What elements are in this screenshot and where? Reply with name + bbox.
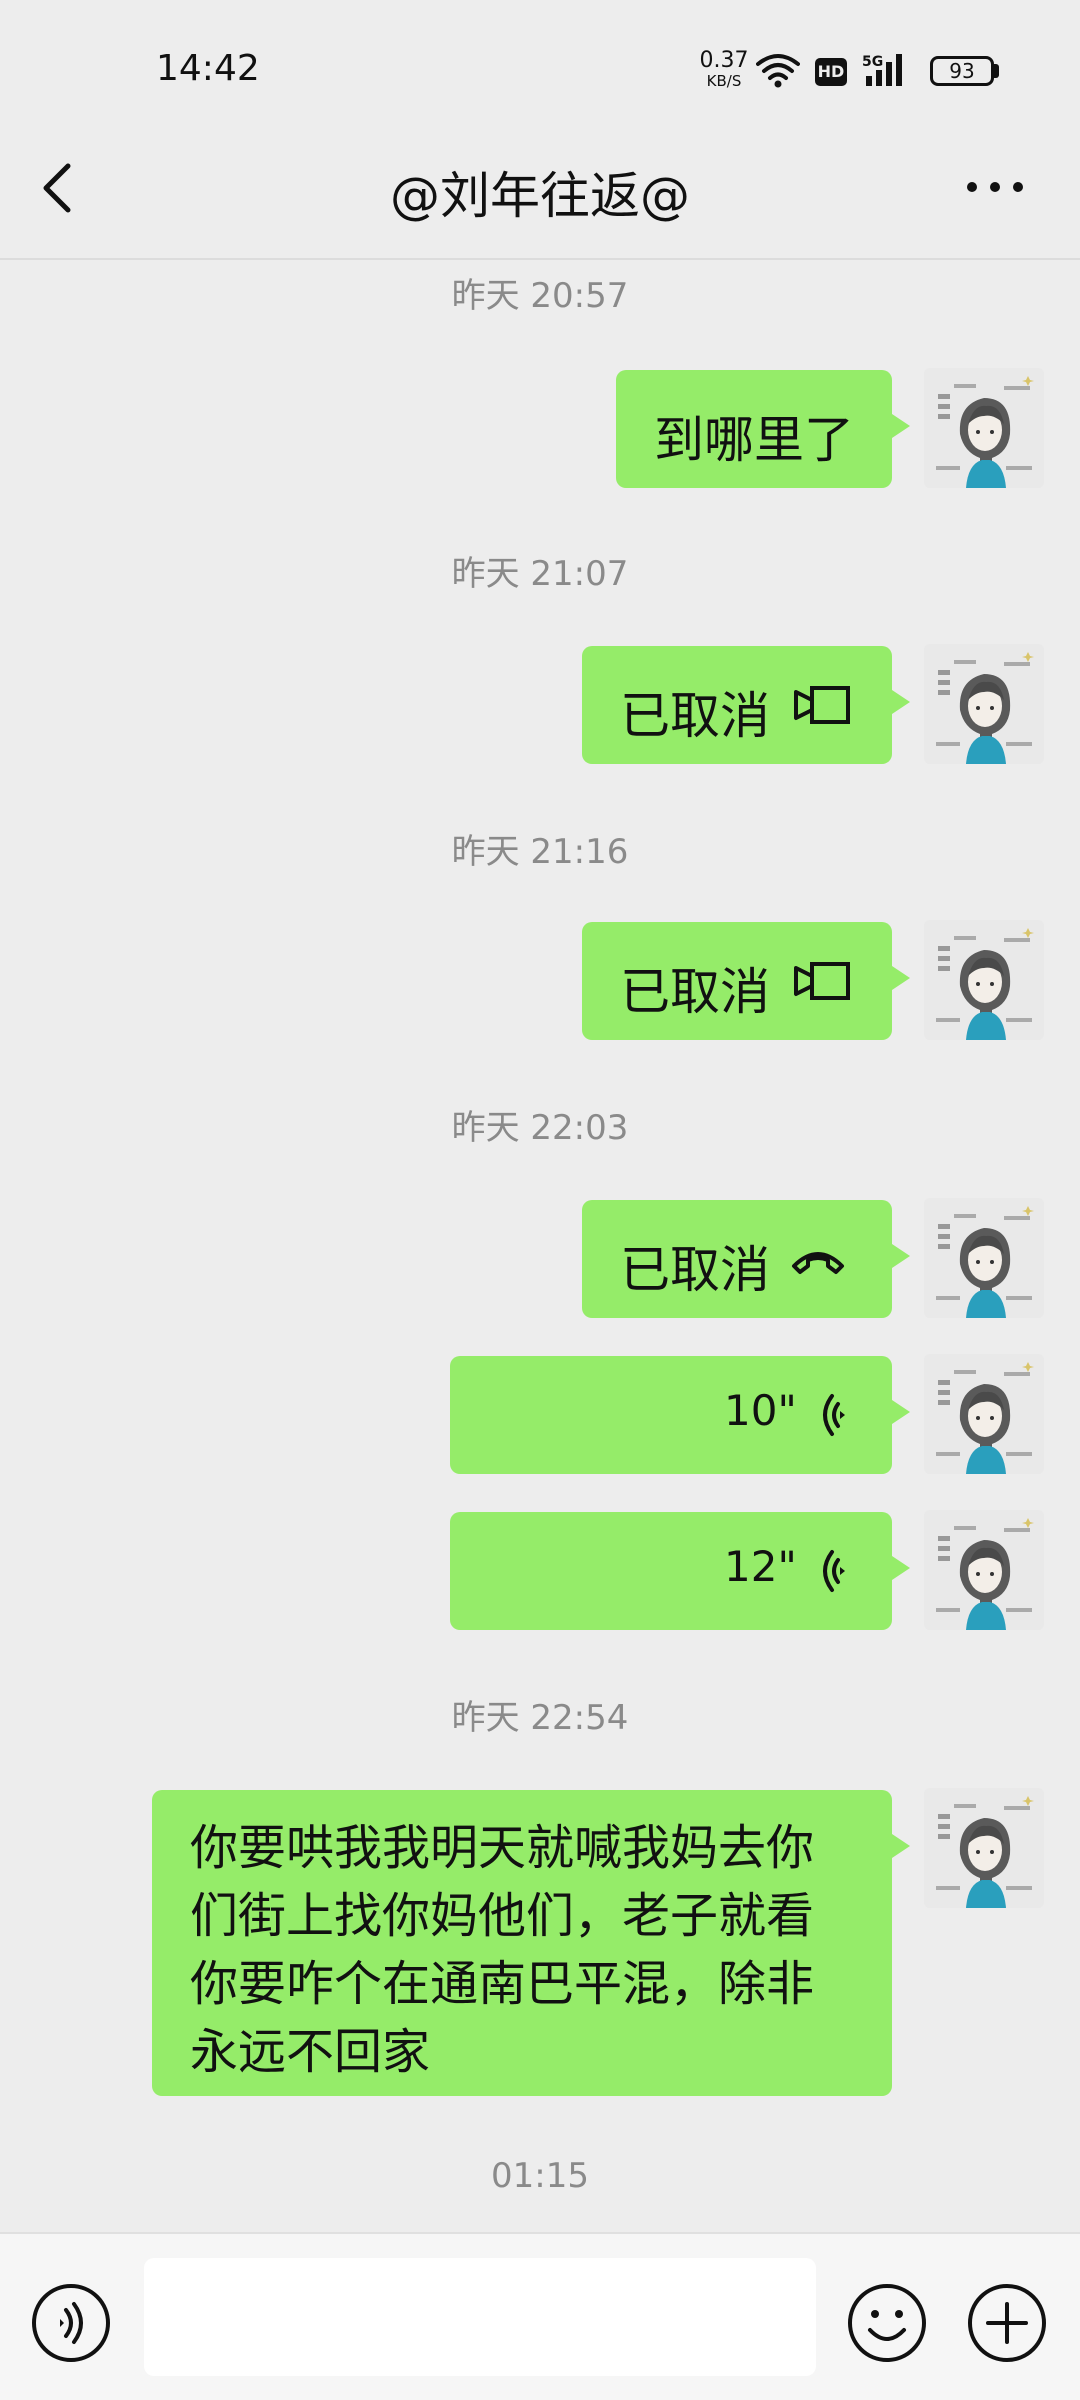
emoji-icon[interactable] bbox=[846, 2282, 928, 2364]
message-text: 到哪里了 bbox=[654, 411, 854, 469]
header-divider bbox=[0, 258, 1080, 260]
avatar-illustration bbox=[924, 368, 1044, 488]
avatar[interactable] bbox=[924, 368, 1044, 488]
voice-duration: 12" bbox=[724, 1542, 797, 1591]
voice-input-icon[interactable] bbox=[30, 2282, 112, 2364]
input-bar bbox=[0, 2232, 1080, 2400]
battery-level: 93 bbox=[949, 59, 975, 83]
phone-hangup-icon bbox=[792, 1252, 844, 1274]
video-camera-icon bbox=[794, 962, 850, 1000]
voice-call-bubble[interactable]: 已取消 bbox=[582, 1200, 910, 1318]
network-speed-value: 0.37 bbox=[699, 48, 749, 73]
avatar-illustration bbox=[924, 1354, 1044, 1474]
timestamp: 昨天 22:03 bbox=[451, 1108, 629, 1148]
avatar[interactable] bbox=[924, 1198, 1044, 1318]
avatar-illustration bbox=[924, 1510, 1044, 1630]
message-text: 你要哄我我明天就喊我妈去你们街上找你妈他们，老子就看你要咋个在通南巴平混，除非永… bbox=[190, 1820, 815, 2080]
status-bar: 14:42 0.37 KB/S HD 5G 93 bbox=[0, 0, 1080, 140]
avatar[interactable] bbox=[924, 920, 1044, 1040]
timestamp: 昨天 21:07 bbox=[451, 554, 629, 594]
timestamp: 01:15 bbox=[491, 2156, 589, 2196]
chat-title: @刘年往返@ bbox=[390, 167, 690, 225]
avatar[interactable] bbox=[924, 644, 1044, 764]
message-bubble[interactable]: 到哪里了 bbox=[616, 370, 910, 488]
video-call-bubble[interactable]: 已取消 bbox=[582, 646, 910, 764]
avatar[interactable] bbox=[924, 1788, 1044, 1908]
message-bubble[interactable]: 你要哄我我明天就喊我妈去你们街上找你妈他们，老子就看你要咋个在通南巴平混，除非永… bbox=[152, 1790, 910, 2096]
avatar-illustration bbox=[924, 1198, 1044, 1318]
avatar-illustration bbox=[924, 644, 1044, 764]
timestamp: 昨天 22:54 bbox=[451, 1698, 629, 1738]
status-time: 14:42 bbox=[156, 48, 260, 89]
video-camera-icon bbox=[794, 686, 850, 724]
back-icon[interactable] bbox=[34, 160, 82, 216]
more-options-icon[interactable] bbox=[964, 172, 1026, 202]
avatar[interactable] bbox=[924, 1354, 1044, 1474]
network-type: 5G bbox=[862, 54, 883, 70]
avatar-illustration bbox=[924, 1788, 1044, 1908]
battery-tip bbox=[994, 64, 999, 78]
avatar[interactable] bbox=[924, 1510, 1044, 1630]
call-status-text: 已取消 bbox=[620, 963, 770, 1021]
avatar-illustration bbox=[924, 920, 1044, 1040]
network-speed-unit: KB/S bbox=[706, 72, 742, 90]
plus-icon[interactable] bbox=[966, 2282, 1048, 2364]
timestamp: 昨天 20:57 bbox=[451, 276, 629, 316]
timestamp: 昨天 21:16 bbox=[451, 832, 629, 872]
call-status-text: 已取消 bbox=[620, 687, 770, 745]
voice-message-bubble[interactable]: 10" bbox=[450, 1356, 910, 1474]
message-input[interactable] bbox=[144, 2258, 816, 2376]
battery-icon: 93 bbox=[930, 56, 994, 86]
voice-wave-icon bbox=[823, 1550, 845, 1592]
voice-duration: 10" bbox=[724, 1386, 797, 1435]
voice-message-bubble[interactable]: 12" bbox=[450, 1512, 910, 1630]
wifi-icon bbox=[756, 54, 800, 88]
voice-wave-icon bbox=[823, 1394, 845, 1436]
call-status-text: 已取消 bbox=[620, 1241, 770, 1299]
signal-icon: 5G bbox=[862, 54, 902, 86]
network-speed: 0.37 KB/S bbox=[698, 50, 750, 91]
hd-badge: HD bbox=[815, 58, 847, 86]
video-call-bubble[interactable]: 已取消 bbox=[582, 922, 910, 1040]
